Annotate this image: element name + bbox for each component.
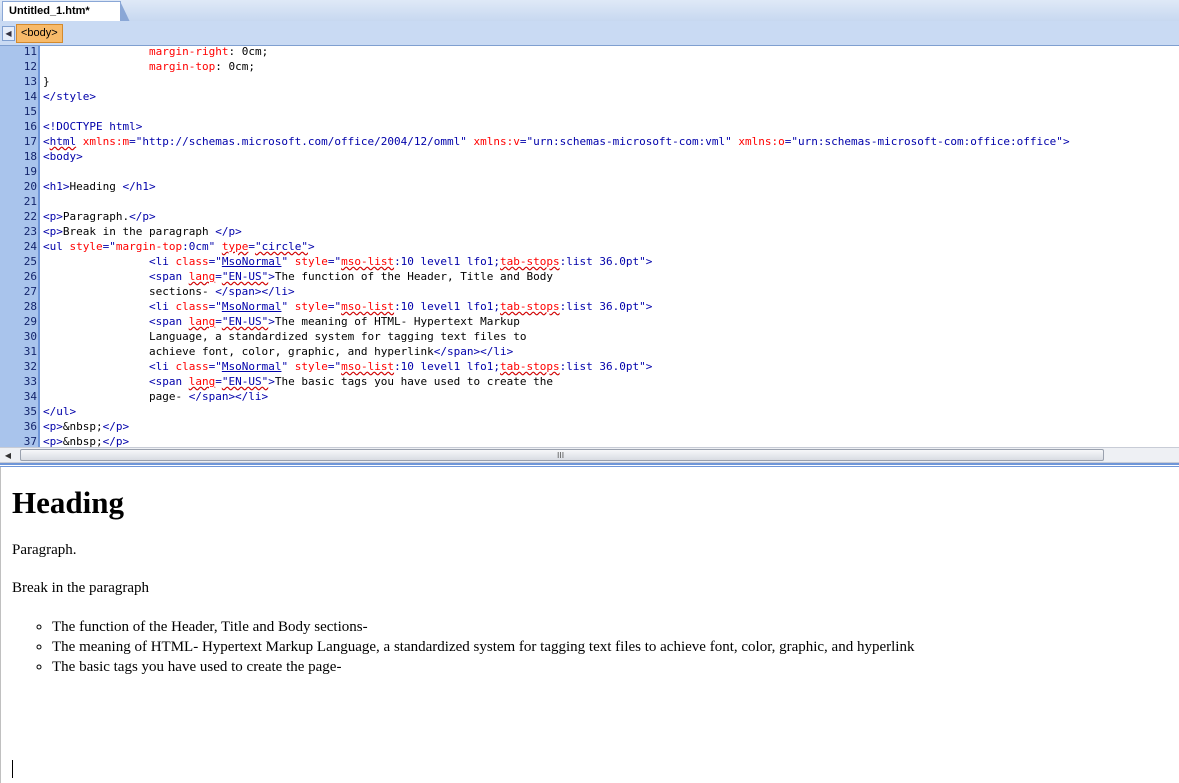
line-number: 28 <box>23 300 37 313</box>
code-text[interactable]: <p>Break in the paragraph </p> <box>43 224 242 239</box>
line-number: 36 <box>23 420 37 433</box>
line-number: 22 <box>23 210 37 223</box>
design-paragraph-1[interactable]: Paragraph. <box>12 541 77 559</box>
code-text[interactable]: <p>&nbsp;</p> <box>43 434 129 447</box>
line-number: 23 <box>23 225 37 238</box>
scrollbar-thumb[interactable]: III <box>20 449 1104 461</box>
code-text[interactable]: <p>&nbsp;</p> <box>43 419 129 434</box>
scrollbar-grip-icon: III <box>557 451 565 460</box>
line-number: 16 <box>23 120 37 133</box>
line-number: 15 <box>23 105 37 118</box>
scroll-left-arrow-icon[interactable]: ◀ <box>2 450 14 461</box>
line-number: 20 <box>23 180 37 193</box>
line-number: 25 <box>23 255 37 268</box>
code-text[interactable]: <li class="MsoNormal" style="mso-list:10… <box>43 254 652 269</box>
code-text[interactable]: <!DOCTYPE html> <box>43 119 142 134</box>
gutter-divider <box>38 46 40 447</box>
code-text[interactable]: <span lang="EN-US">The meaning of HTML- … <box>43 314 520 329</box>
code-text[interactable]: page- </span></li> <box>43 389 268 404</box>
document-tab-strip: Untitled_1.htm* <box>0 0 1179 22</box>
line-number: 26 <box>23 270 37 283</box>
code-text[interactable]: sections- </span></li> <box>43 284 295 299</box>
code-text[interactable]: <p>Paragraph.</p> <box>43 209 156 224</box>
code-text[interactable]: Language, a standardized system for tagg… <box>43 329 527 344</box>
line-number: 12 <box>23 60 37 73</box>
line-number: 19 <box>23 165 37 178</box>
line-number: 37 <box>23 435 37 447</box>
code-text[interactable]: <li class="MsoNormal" style="mso-list:10… <box>43 359 652 374</box>
list-item[interactable]: The basic tags you have used to create t… <box>52 657 914 677</box>
design-view[interactable]: Heading Paragraph. Break in the paragrap… <box>0 467 1179 783</box>
code-text[interactable]: <span lang="EN-US">The basic tags you ha… <box>43 374 553 389</box>
line-number: 11 <box>23 46 37 58</box>
line-number: 17 <box>23 135 37 148</box>
code-editor[interactable]: 11 margin-right: 0cm; 12 margin-top: 0cm;… <box>0 46 1179 447</box>
design-view-border <box>0 467 1 783</box>
line-number: 30 <box>23 330 37 343</box>
design-bullet-list: The function of the Header, Title and Bo… <box>12 617 914 677</box>
selected-tag-chip[interactable]: <body> <box>16 24 63 43</box>
code-text[interactable]: </ul> <box>43 404 76 419</box>
collapse-arrow-icon[interactable]: ◀ <box>2 26 15 41</box>
horizontal-scrollbar[interactable]: ◀ III <box>0 447 1179 463</box>
line-number: 34 <box>23 390 37 403</box>
line-number: 24 <box>23 240 37 253</box>
code-text[interactable]: margin-right: 0cm; <box>43 46 268 59</box>
code-text[interactable]: achieve font, color, graphic, and hyperl… <box>43 344 513 359</box>
design-heading[interactable]: Heading <box>12 485 124 521</box>
line-number: 35 <box>23 405 37 418</box>
document-tab-title: Untitled_1.htm* <box>9 5 90 17</box>
line-number: 27 <box>23 285 37 298</box>
line-number: 14 <box>23 90 37 103</box>
code-text[interactable]: margin-top: 0cm; <box>43 59 255 74</box>
code-text[interactable]: } <box>43 74 50 89</box>
code-text[interactable]: <html xmlns:m="http://schemas.microsoft.… <box>43 134 1070 149</box>
line-number: 13 <box>23 75 37 88</box>
line-number: 21 <box>23 195 37 208</box>
text-caret <box>12 760 13 778</box>
code-text[interactable]: <span lang="EN-US">The function of the H… <box>43 269 553 284</box>
line-number: 33 <box>23 375 37 388</box>
line-number: 18 <box>23 150 37 163</box>
line-number: 32 <box>23 360 37 373</box>
code-text[interactable]: </style> <box>43 89 96 104</box>
code-text[interactable]: <ul style="margin-top:0cm" type="circle"… <box>43 239 315 254</box>
list-item[interactable]: The function of the Header, Title and Bo… <box>52 617 914 637</box>
code-text[interactable]: <li class="MsoNormal" style="mso-list:10… <box>43 299 652 314</box>
document-tab[interactable]: Untitled_1.htm* <box>2 1 130 22</box>
line-number: 31 <box>23 345 37 358</box>
line-number: 29 <box>23 315 37 328</box>
list-item[interactable]: The meaning of HTML- Hypertext Markup La… <box>52 637 914 657</box>
tag-selector-bar: ◀ <body> <box>0 21 1179 46</box>
design-paragraph-2[interactable]: Break in the paragraph <box>12 579 149 597</box>
code-text[interactable]: <h1>Heading </h1> <box>43 179 156 194</box>
code-text[interactable]: <body> <box>43 149 83 164</box>
